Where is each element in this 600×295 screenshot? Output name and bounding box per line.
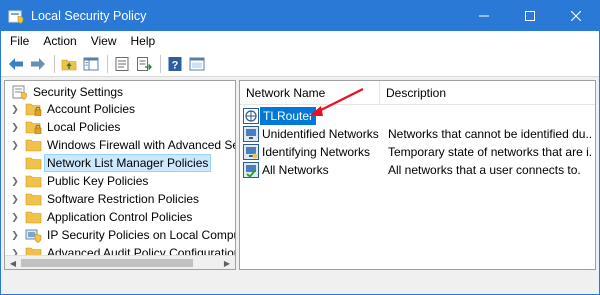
- console-button[interactable]: [187, 54, 207, 74]
- folder-lock-icon: [25, 101, 43, 117]
- toolbar: ?: [1, 51, 599, 77]
- list-row-tlrouter[interactable]: TLRouter: [240, 107, 595, 125]
- forward-icon: [31, 57, 45, 70]
- list-row-unidentified[interactable]: Unidentified Networks Networks that cann…: [240, 125, 595, 143]
- list-pane[interactable]: Network Name Description TLRouter Uniden…: [239, 80, 596, 270]
- column-header-label: Description: [386, 85, 447, 100]
- folder-icon: [25, 191, 43, 207]
- toolbar-separator: [107, 54, 108, 73]
- minimize-icon: [479, 15, 489, 17]
- svg-text:?: ?: [172, 59, 179, 71]
- chevron-right-icon[interactable]: ❯: [9, 190, 21, 208]
- horizontal-scrollbar[interactable]: ◀ ▶: [5, 255, 235, 269]
- folder-icon: [25, 173, 43, 189]
- tree-item-account-policies[interactable]: ❯ Account Policies: [9, 100, 135, 118]
- network-icon: [243, 108, 259, 124]
- tree-item-software-restriction[interactable]: ❯ Software Restriction Policies: [9, 190, 199, 208]
- scrollbar-thumb[interactable]: [21, 259, 193, 267]
- properties-button[interactable]: [112, 54, 132, 74]
- menu-bar: File Action View Help: [1, 31, 599, 51]
- export-list-icon: [137, 56, 152, 71]
- chevron-right-icon[interactable]: ❯: [9, 118, 21, 136]
- tree-pane[interactable]: Security Settings ❯ Account Policies ❯ L…: [4, 80, 236, 270]
- forward-button[interactable]: [28, 54, 48, 74]
- toolbar-separator: [160, 54, 161, 73]
- app-window: Local Security Policy File Action View H…: [0, 0, 600, 295]
- tree-item-application-control[interactable]: ❯ Application Control Policies: [9, 208, 192, 226]
- all-networks-icon: [243, 162, 259, 178]
- up-folder-icon: [61, 59, 77, 70]
- tree-item-label: Network List Manager Policies: [44, 154, 212, 172]
- console-icon: [189, 57, 205, 70]
- description-cell: [386, 107, 591, 125]
- maximize-button[interactable]: [507, 1, 553, 31]
- description-cell: Temporary state of networks that are i..…: [388, 145, 593, 159]
- security-policy-icon: [8, 10, 24, 24]
- back-icon: [9, 57, 23, 70]
- network-name-cell: Identifying Networks: [262, 145, 371, 159]
- column-header-description[interactable]: Description: [380, 81, 595, 105]
- annotation-arrow-icon: [309, 88, 364, 116]
- toolbar-separator: [54, 54, 55, 73]
- tree-item-windows-firewall[interactable]: ❯ Windows Firewall with Advanced Secu: [9, 136, 236, 154]
- tree-item-label: Application Control Policies: [47, 210, 193, 224]
- title-bar[interactable]: Local Security Policy: [1, 1, 599, 31]
- close-icon: [571, 11, 581, 21]
- menu-help[interactable]: Help: [124, 31, 163, 51]
- tree-root-label: Security Settings: [33, 85, 124, 99]
- scroll-right-icon[interactable]: ▶: [220, 256, 234, 269]
- tree-item-public-key[interactable]: ❯ Public Key Policies: [9, 172, 148, 190]
- minimize-button[interactable]: [461, 1, 507, 31]
- description-cell: All networks that a user connects to.: [388, 163, 581, 177]
- chevron-right-icon[interactable]: ❯: [9, 208, 21, 226]
- window-title: Local Security Policy: [31, 9, 147, 23]
- tree-item-network-list-manager[interactable]: Network List Manager Policies: [9, 154, 212, 172]
- show-tree-icon: [83, 57, 99, 70]
- maximize-icon: [525, 11, 535, 21]
- folder-lock-icon: [25, 119, 43, 135]
- identifying-network-icon: [243, 144, 259, 160]
- tree-item-ip-security[interactable]: ❯ IP Security Policies on Local Compute: [9, 226, 236, 244]
- description-cell: Networks that cannot be identified du...: [388, 127, 593, 141]
- close-button[interactable]: [553, 1, 599, 31]
- show-tree-button[interactable]: [81, 54, 101, 74]
- tree-item-label: Local Policies: [47, 120, 121, 134]
- tree-item-label: IP Security Policies on Local Compute: [47, 228, 236, 242]
- tree-item-label: Public Key Policies: [47, 174, 149, 188]
- network-name-cell: All Networks: [262, 163, 329, 177]
- tree-root[interactable]: Security Settings: [7, 83, 123, 101]
- up-folder-button[interactable]: [59, 54, 79, 74]
- tree-item-label: Account Policies: [47, 102, 136, 116]
- properties-icon: [115, 56, 129, 71]
- back-button[interactable]: [6, 54, 26, 74]
- list-row-all-networks[interactable]: All Networks All networks that a user co…: [240, 161, 595, 179]
- tree-item-label: Windows Firewall with Advanced Secu: [47, 138, 236, 152]
- network-name-cell: Unidentified Networks: [262, 127, 379, 141]
- chevron-right-icon[interactable]: ❯: [9, 226, 21, 244]
- chevron-right-icon[interactable]: ❯: [9, 136, 21, 154]
- scroll-left-icon[interactable]: ◀: [6, 256, 20, 269]
- folder-icon: [25, 137, 43, 153]
- menu-action[interactable]: Action: [36, 31, 83, 51]
- folder-icon: [25, 209, 43, 225]
- export-list-button[interactable]: [134, 54, 154, 74]
- help-button[interactable]: ?: [165, 54, 185, 74]
- help-icon: ?: [168, 56, 182, 71]
- chevron-right-icon[interactable]: ❯: [9, 100, 21, 118]
- menu-file[interactable]: File: [1, 31, 36, 51]
- network-shield-icon: [25, 227, 43, 243]
- unidentified-network-icon: [243, 126, 259, 142]
- security-settings-icon: [11, 84, 29, 100]
- tree-item-label: Software Restriction Policies: [47, 192, 200, 206]
- chevron-right-icon[interactable]: ❯: [9, 172, 21, 190]
- folder-icon: [25, 155, 43, 171]
- list-row-identifying[interactable]: Identifying Networks Temporary state of …: [240, 143, 595, 161]
- menu-view[interactable]: View: [84, 31, 124, 51]
- tree-item-local-policies[interactable]: ❯ Local Policies: [9, 118, 120, 136]
